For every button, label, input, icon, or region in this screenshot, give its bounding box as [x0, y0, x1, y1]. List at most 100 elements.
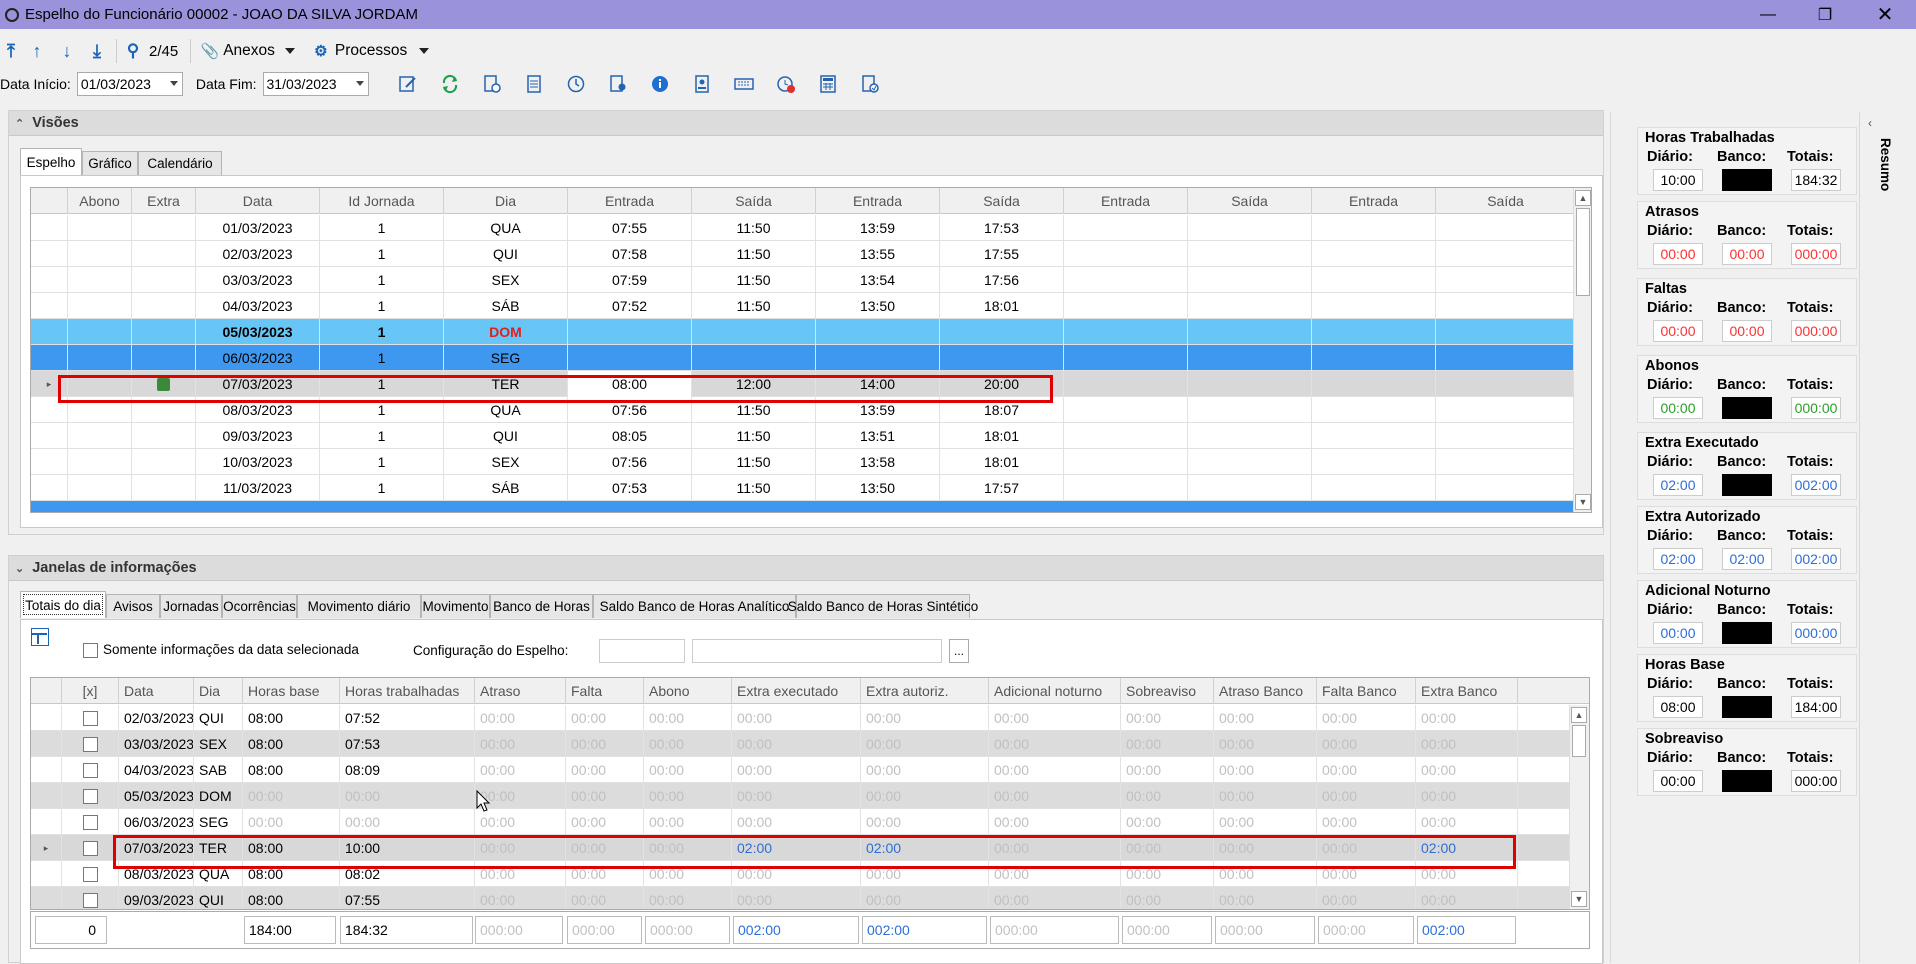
grid-cell[interactable]: QUA	[194, 861, 243, 887]
grid-cell[interactable]	[1064, 397, 1188, 423]
grid-cell[interactable]	[1312, 371, 1436, 397]
grid-cell[interactable]: 00:00	[1214, 887, 1317, 909]
grid-cell[interactable]: 00:00	[1317, 861, 1416, 887]
column-header[interactable]: Falta	[566, 678, 644, 704]
grid-cell[interactable]: 07:53	[340, 731, 475, 757]
grid-cell[interactable]	[1064, 215, 1188, 241]
column-header[interactable]: Data	[196, 188, 320, 214]
grid-cell[interactable]: QUI	[194, 887, 243, 909]
grid-cell[interactable]: 11:50	[692, 423, 816, 449]
row-checkbox[interactable]	[82, 710, 98, 726]
data-inicio-field[interactable]: 01/03/2023	[76, 72, 183, 96]
column-header[interactable]: Saída	[1436, 188, 1576, 214]
grid-cell[interactable]	[132, 371, 196, 397]
grid-cell[interactable]: SEG	[444, 345, 568, 371]
grid-cell[interactable]: 00:00	[475, 861, 566, 887]
grid-cell[interactable]: 00:00	[1214, 705, 1317, 731]
grid-cell[interactable]: 10/03/2023	[196, 449, 320, 475]
grid-cell[interactable]: 00:00	[566, 757, 644, 783]
grid-cell[interactable]: 00:00	[1214, 861, 1317, 887]
grid-cell[interactable]: 00:00	[566, 809, 644, 835]
grid-cell[interactable]: 00:00	[566, 887, 644, 909]
column-header[interactable]: Abono	[644, 678, 732, 704]
grid-cell[interactable]: 18:01	[940, 423, 1064, 449]
grid-cell[interactable]: 00:00	[243, 809, 340, 835]
grid-cell[interactable]: 00:00	[732, 887, 861, 909]
row-checkbox[interactable]	[82, 762, 98, 778]
row-checkbox[interactable]	[82, 736, 98, 752]
grid-cell[interactable]: 1	[320, 449, 444, 475]
grid-cell[interactable]	[132, 475, 196, 501]
grid-cell[interactable]	[1064, 241, 1188, 267]
grid-cell[interactable]	[68, 371, 132, 397]
grid-cell[interactable]	[1436, 345, 1576, 371]
grid-cell[interactable]	[1188, 241, 1312, 267]
grid-cell[interactable]: 08:00	[568, 371, 692, 397]
grid-cell[interactable]: 00:00	[1317, 835, 1416, 861]
grid-cell[interactable]: 02:00	[861, 835, 989, 861]
grid-cell[interactable]: 11:50	[692, 449, 816, 475]
grid-cell[interactable]: 13:54	[816, 267, 940, 293]
grid-cell[interactable]: 00:00	[1121, 705, 1214, 731]
tab-janela[interactable]: Movimento	[421, 594, 490, 618]
grid-cell[interactable]: 04/03/2023	[196, 293, 320, 319]
grid-cell[interactable]: 09/03/2023	[196, 423, 320, 449]
grid-cell[interactable]: 00:00	[475, 731, 566, 757]
grid-cell[interactable]: 00:00	[732, 705, 861, 731]
edited-record-icon[interactable]	[157, 377, 170, 391]
table-row[interactable]: 06/03/2023 SEG 00:00 00:00 00:00 00:00 00:00 00…	[31, 809, 1569, 835]
grid-cell[interactable]: QUA	[444, 215, 568, 241]
grid-cell[interactable]: QUI	[444, 241, 568, 267]
grid-cell[interactable]: 00:00	[732, 783, 861, 809]
grid-cell[interactable]	[1064, 267, 1188, 293]
grid-cell[interactable]: 00:00	[861, 887, 989, 909]
grid-cell[interactable]: 08:00	[243, 835, 340, 861]
config-lookup-button[interactable]: ...	[949, 639, 969, 663]
grid-cell[interactable]	[568, 319, 692, 345]
grid-cell[interactable]	[68, 449, 132, 475]
grid-cell[interactable]: 07:52	[340, 705, 475, 731]
scroll-up-button[interactable]: ▲	[1575, 190, 1591, 206]
grid-cell[interactable]: 00:00	[566, 705, 644, 731]
grid-cell[interactable]: 00:00	[1121, 783, 1214, 809]
grid-cell[interactable]: 1	[320, 475, 444, 501]
tab-grafico[interactable]: Gráfico	[82, 151, 138, 175]
tab-janela[interactable]: Ocorrências	[222, 594, 297, 618]
grid-cell[interactable]: 00:00	[1416, 861, 1518, 887]
table-row[interactable]: 08/03/2023 1 QUA 07:56 11:50 13:59 18:07	[31, 397, 1576, 423]
grid-cell[interactable]: 06/03/2023	[196, 345, 320, 371]
grid-cell[interactable]	[1436, 449, 1576, 475]
row-checkbox[interactable]	[82, 866, 98, 882]
grid-cell[interactable]: 00:00	[861, 731, 989, 757]
table-row[interactable]: 08/03/2023 QUA 08:00 08:02 00:00 00:00 00:00 00…	[31, 861, 1569, 887]
grid-cell[interactable]: QUI	[444, 423, 568, 449]
grid-cell[interactable]	[1188, 267, 1312, 293]
grid-cell[interactable]: 13:59	[816, 397, 940, 423]
grid-cell[interactable]: 17:57	[940, 475, 1064, 501]
grid-cell[interactable]	[1188, 345, 1312, 371]
grid-cell[interactable]: 00:00	[732, 731, 861, 757]
data-fim-field[interactable]: 31/03/2023	[262, 72, 369, 96]
grid-cell[interactable]	[68, 293, 132, 319]
grid-cell[interactable]: 00:00	[1121, 809, 1214, 835]
grid-cell[interactable]	[68, 267, 132, 293]
grid-cell[interactable]	[1312, 267, 1436, 293]
grid-cell[interactable]: 07:55	[340, 887, 475, 909]
grid-cell[interactable]: 07:56	[568, 397, 692, 423]
config-name-field[interactable]	[692, 639, 942, 663]
grid-cell[interactable]	[1312, 345, 1436, 371]
grid-cell[interactable]: 00:00	[566, 861, 644, 887]
table-row[interactable]: 09/03/2023 1 QUI 08:05 11:50 13:51 18:01	[31, 423, 1576, 449]
grid-cell[interactable]	[1436, 215, 1576, 241]
row-select[interactable]	[62, 861, 119, 887]
grid-cell[interactable]: 00:00	[1214, 757, 1317, 783]
grid-cell[interactable]: 17:53	[940, 215, 1064, 241]
tab-janela[interactable]: Saldo Banco de Horas Analítico	[593, 594, 796, 618]
grid-cell[interactable]: TER	[444, 371, 568, 397]
grid-cell[interactable]: 00:00	[1416, 757, 1518, 783]
grid-cell[interactable]	[1064, 319, 1188, 345]
grid-cell[interactable]: 01/03/2023	[196, 215, 320, 241]
grid-cell[interactable]: 00:00	[1317, 809, 1416, 835]
column-header[interactable]: Sobreaviso	[1121, 678, 1214, 704]
collapse-icon[interactable]: ⌄	[15, 562, 24, 575]
